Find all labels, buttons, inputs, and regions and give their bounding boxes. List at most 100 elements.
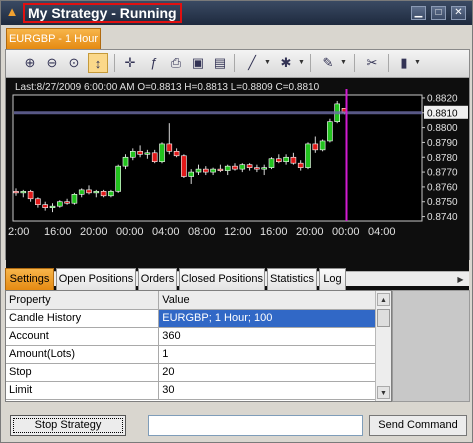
value-cell[interactable]: EURGBP; 1 Hour; 100 [158,309,376,328]
y-tick-label: 0.8820 [427,93,458,104]
value-cell[interactable]: 1 [158,345,376,364]
price-chart[interactable]: Last:8/27/2009 6:00:00 AM O=0.8813 H=0.8… [6,78,469,291]
window-title: My Strategy - Running [23,3,182,23]
settings-table: Property Value Candle History EURGBP; 1 … [6,291,376,400]
candle-body [275,158,282,163]
indicator-fx-icon[interactable]: ƒ [144,53,164,73]
command-input[interactable] [148,415,363,436]
x-tick-label: 12:00 [224,226,252,238]
candle-body [64,201,70,204]
x-tick-label: 08:00 [188,226,216,238]
tab-orders[interactable]: Orders [138,268,177,290]
x-tick-label: 16:00 [260,226,288,238]
zoom-out-icon[interactable]: ⊖ [42,53,62,73]
value-cell[interactable]: 20 [158,363,376,382]
shapes-icon[interactable]: ✱ [276,53,296,73]
candle-body [100,191,107,197]
crosshair-icon[interactable]: ✛ [120,53,140,73]
candle-body [239,164,246,170]
candle-body [319,140,326,151]
candle-body [195,168,202,173]
table-row[interactable]: Candle History EURGBP; 1 Hour; 100 [6,309,376,328]
scroll-up-icon[interactable]: ▲ [377,293,390,306]
chart-tab[interactable]: EURGBP - 1 Hour [6,28,101,49]
candle-body [327,121,333,142]
zoom-reset-icon[interactable]: ⊙ [64,53,84,73]
close-button[interactable]: ✕ [451,6,466,20]
send-command-button[interactable]: Send Command [369,415,467,436]
table-row[interactable]: Limit 30 [6,381,376,400]
toolbar-separator [388,54,389,72]
candle-chart-svg: Last:8/27/2009 6:00:00 AM O=0.8813 H=0.8… [8,82,468,238]
maximize-button[interactable]: □ [431,6,446,20]
chevron-down-icon[interactable]: ▼ [340,53,348,73]
tab-settings[interactable]: Settings [5,268,54,290]
export-icon[interactable]: ▤ [210,53,230,73]
scroll-thumb[interactable] [377,309,390,327]
y-tick-label: 0.8770 [427,168,458,179]
property-cell: Account [6,327,160,346]
tab-open-positions[interactable]: Open Positions [56,268,136,290]
candle-body [49,205,56,208]
x-tick-label: 2:00 [8,226,29,238]
candle-body [151,152,158,163]
x-axis: 2:00 16:00 20:00 00:00 04:00 08:00 12:00 16:00 2… [8,226,396,238]
candle-body [268,158,275,168]
stop-strategy-button[interactable]: Stop Strategy [10,415,126,436]
candle-body [108,191,114,197]
tab-closed-positions[interactable]: Closed Positions [179,268,265,290]
value-cell[interactable]: 360 [158,327,376,346]
zoom-in-icon[interactable]: ⊕ [20,53,40,73]
tab-statistics[interactable]: Statistics [267,268,317,290]
toolbar-separator [234,54,235,72]
chevron-down-icon[interactable]: ▼ [264,53,272,73]
candle-body [217,168,224,171]
title-bar[interactable]: ▲ My Strategy - Running ▁ □ ✕ [1,1,472,25]
candle-body [254,167,260,170]
candle-body [56,201,63,207]
table-row[interactable]: Account 360 [6,327,376,346]
chart-toolbar: ⊕ ⊖ ⊙ ↕ ✛ ƒ ⎙ ▣ ▤ ╱ ▼ ✱ ▼ ✎ ▼ ✂ ▮ ▼ [6,50,469,78]
x-tick-label: 04:00 [152,226,180,238]
table-header-row: Property Value [6,291,376,310]
print-icon[interactable]: ⎙ [166,53,186,73]
table-row[interactable]: Stop 20 [6,363,376,382]
y-tick-label: 0.8760 [427,182,458,193]
toolbar-separator [114,54,115,72]
x-tick-label: 00:00 [116,226,144,238]
candle-body [188,171,194,177]
scroll-down-icon[interactable]: ▼ [377,386,390,399]
y-tick-label: 0.8780 [427,153,458,164]
candle-body [137,151,143,155]
column-header-property: Property [6,291,160,310]
candle-body [312,143,319,151]
x-tick-label: 00:00 [332,226,360,238]
candle-body [297,162,304,168]
tab-log[interactable]: Log [319,268,346,290]
candle-type-icon[interactable]: ▮ [394,53,414,73]
crosshair-scale-icon[interactable]: ↕ [88,53,108,73]
chevron-down-icon[interactable]: ▼ [298,53,306,73]
table-row[interactable]: Amount(Lots) 1 [6,345,376,364]
candle-body [224,165,231,171]
current-price-label: 0.8810 [427,108,458,119]
drawing-tools-icon[interactable]: ✎ [318,53,338,73]
save-icon[interactable]: ▣ [188,53,208,73]
settings-tools-icon[interactable]: ✂ [362,53,382,73]
candle-body [20,191,27,194]
y-tick-label: 0.8750 [427,197,458,208]
candle-body [159,143,165,163]
y-tick-label: 0.8790 [427,138,458,149]
x-tick-label: 20:00 [80,226,108,238]
candle-body [166,143,173,152]
chevron-down-icon[interactable]: ▼ [414,53,422,73]
candle-body [115,165,121,192]
candle-body [35,198,41,205]
strategy-window: ▲ My Strategy - Running ▁ □ ✕ EURGBP - 1… [0,0,473,443]
y-axis: 0.8820 0.8810 0.8800 0.8790 0.8780 0.8770 0.87… [422,93,468,223]
value-cell[interactable]: 30 [158,381,376,400]
toolbar-separator [310,54,311,72]
minimize-button[interactable]: ▁ [411,6,426,20]
draw-line-icon[interactable]: ╱ [242,53,262,73]
grid-vertical-scrollbar[interactable]: ▲ ▼ [375,291,391,401]
